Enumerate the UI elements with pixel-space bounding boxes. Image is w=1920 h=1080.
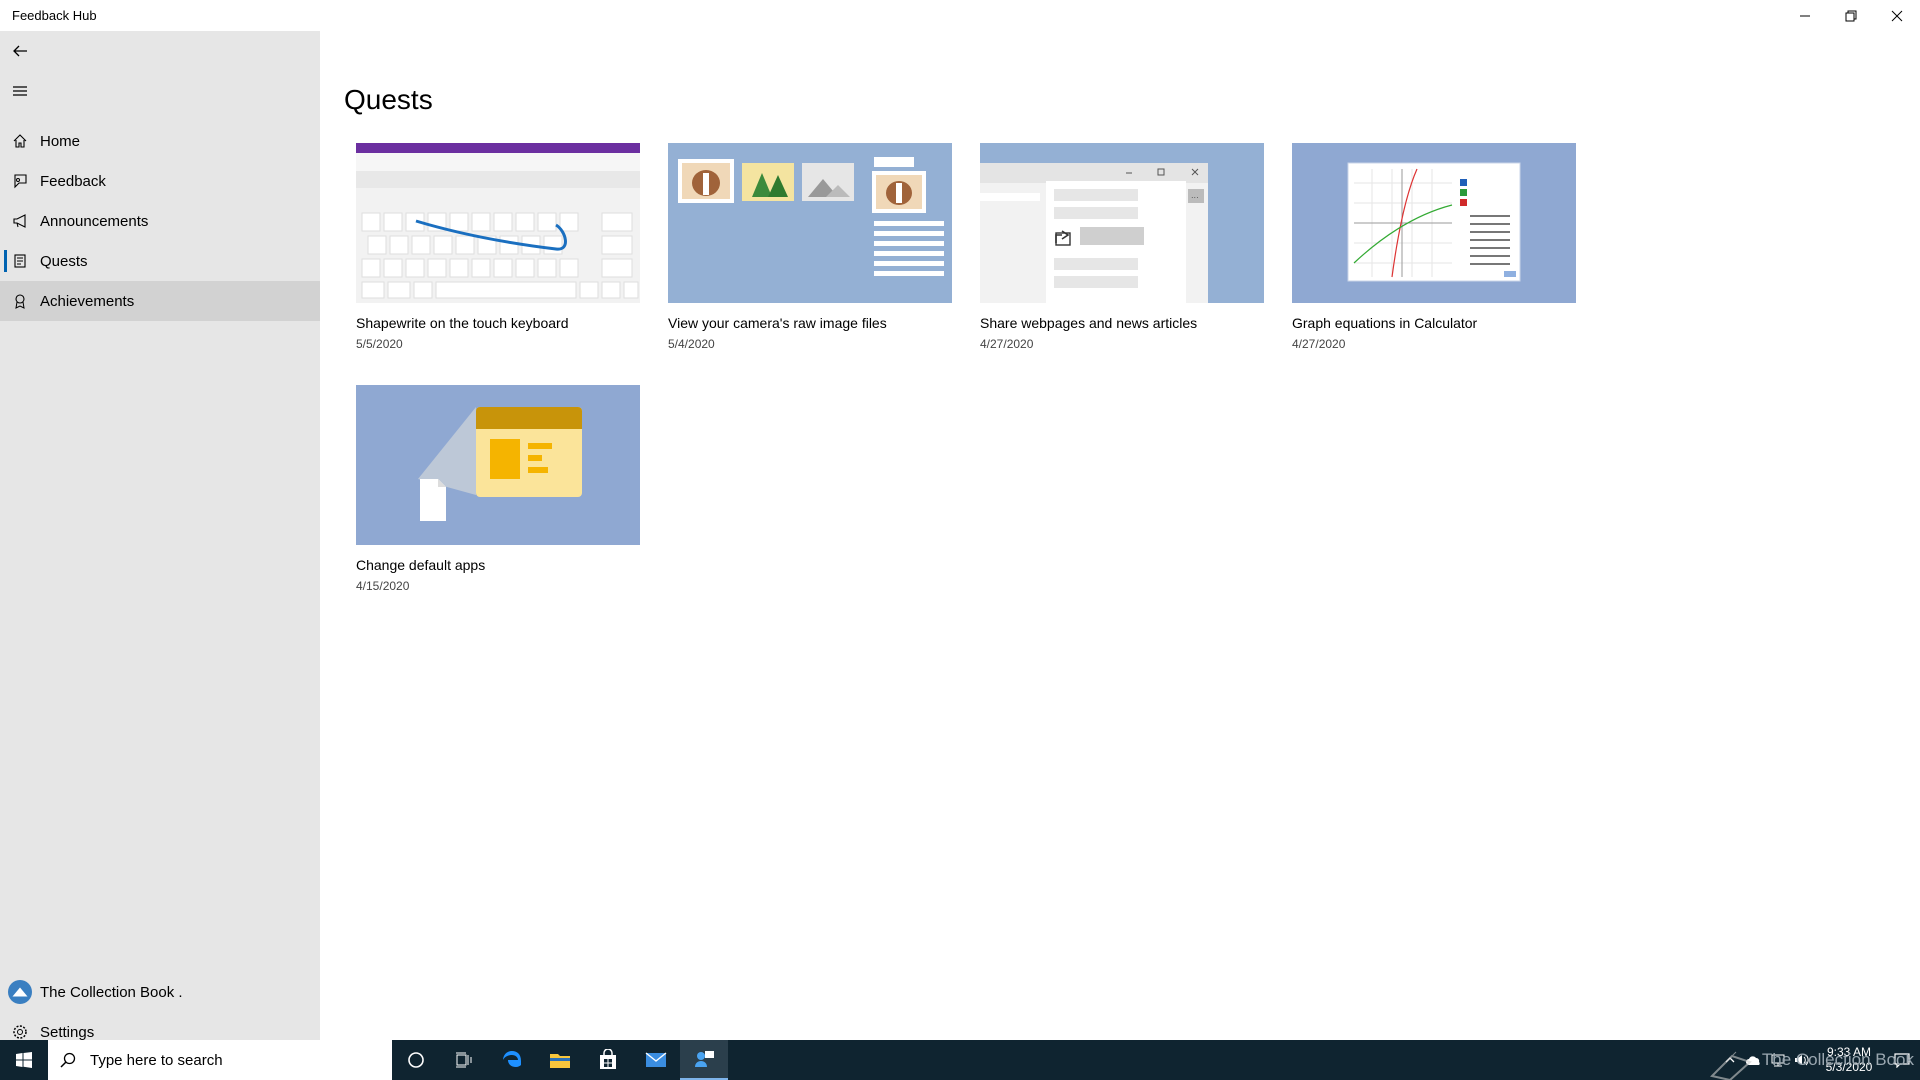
quest-title: Change default apps [356, 557, 486, 573]
store-bag-icon [600, 1049, 616, 1069]
settings-label: Settings [40, 1023, 95, 1041]
sidebar-item-feedback[interactable]: Feedback [0, 161, 320, 201]
taskbar-search-box[interactable]: Type here to search [48, 1040, 392, 1080]
close-icon [1891, 10, 1903, 21]
restore-button[interactable] [1828, 0, 1874, 31]
sidebar-item-label: Home [40, 132, 81, 150]
title-bar: Feedback Hub [0, 0, 1920, 31]
quest-thumbnail-photos [668, 143, 952, 303]
restore-icon [1845, 10, 1857, 21]
mail-envelope-icon [645, 1052, 667, 1067]
sidebar-item-label: Achievements [40, 292, 135, 310]
cortana-circle-icon [408, 1052, 424, 1068]
quest-card[interactable]: Graph equations in Calculator 4/27/2020 [1292, 143, 1576, 351]
sidebar-item-label: Announcements [40, 212, 149, 230]
feedback-hub-app-button[interactable] [680, 1040, 728, 1080]
sidebar-item-label: Quests [40, 252, 88, 270]
taskbar: Type here to search The Collection Book [0, 1040, 1920, 1080]
sidebar-item-home[interactable]: Home [0, 121, 320, 161]
quest-date: 4/27/2020 [1292, 337, 1346, 351]
back-button[interactable] [0, 31, 40, 71]
quest-title: Share webpages and news articles [980, 315, 1198, 331]
window-title: Feedback Hub [12, 8, 97, 23]
megaphone-icon [0, 201, 40, 241]
file-explorer-button[interactable] [536, 1040, 584, 1080]
sidebar-item-quests[interactable]: Quests [0, 241, 320, 281]
search-placeholder: Type here to search [90, 1051, 223, 1069]
search-icon [60, 1052, 76, 1068]
quest-date: 5/5/2020 [356, 337, 403, 351]
system-tray: The Collection Book 9:33 AM 5/3/2020 [1706, 1040, 1920, 1080]
watermark-text: The Collection Book [1761, 1050, 1914, 1069]
edge-browser-icon [503, 1051, 521, 1067]
quest-title: View your camera's raw image files [668, 315, 887, 331]
quest-card[interactable]: Shapewrite on the touch keyboard 5/5/202… [356, 143, 640, 351]
quest-date: 4/15/2020 [356, 579, 410, 593]
back-arrow-icon [13, 45, 27, 57]
badge-icon [0, 281, 40, 321]
windows-logo-icon [16, 1052, 32, 1068]
sidebar-item-announcements[interactable]: Announcements [0, 201, 320, 241]
quest-thumbnail-keyboard [356, 143, 640, 303]
start-button[interactable] [0, 1040, 48, 1080]
quest-thumbnail-default-apps [356, 385, 640, 545]
edge-app-button[interactable] [488, 1040, 536, 1080]
quest-card[interactable]: View your camera's raw image files 5/4/2… [668, 143, 952, 351]
hamburger-icon [13, 86, 27, 96]
sidebar: Home Feedback Announcements Quests Achie… [0, 31, 320, 1041]
folder-icon [550, 1054, 570, 1068]
svg-text:...: ... [1191, 191, 1199, 200]
feedback-hub-icon [695, 1051, 714, 1067]
quest-date: 5/4/2020 [668, 337, 715, 351]
store-app-button[interactable] [584, 1040, 632, 1080]
account-avatar [0, 972, 40, 1012]
cortana-button[interactable] [392, 1040, 440, 1080]
page-title: Quests [344, 84, 433, 115]
mail-app-button[interactable] [632, 1040, 680, 1080]
quest-thumbnail-calculator [1292, 143, 1576, 303]
quest-card[interactable]: ... Share webpages and news articles 4/2… [980, 143, 1264, 351]
feedback-icon [0, 161, 40, 201]
quest-scroll-icon [0, 241, 40, 281]
quest-thumbnail-share: ... [980, 143, 1264, 303]
task-view-button[interactable] [440, 1040, 488, 1080]
quest-title: Shapewrite on the touch keyboard [356, 315, 569, 331]
quest-date: 4/27/2020 [980, 337, 1034, 351]
task-view-icon [456, 1052, 472, 1068]
hamburger-menu-button[interactable] [0, 71, 40, 111]
account-name: The Collection Book . [40, 983, 183, 1001]
watermark-book-logo [1709, 1051, 1752, 1080]
quest-card[interactable]: Change default apps 4/15/2020 [356, 385, 640, 593]
account-button[interactable]: The Collection Book . [0, 972, 320, 1012]
home-icon [0, 121, 40, 161]
quest-title: Graph equations in Calculator [1292, 315, 1478, 331]
minimize-button[interactable] [1782, 0, 1828, 31]
minimize-icon [1800, 15, 1810, 16]
sidebar-item-label: Feedback [40, 172, 106, 190]
close-button[interactable] [1874, 0, 1920, 31]
sidebar-item-achievements[interactable]: Achievements [0, 281, 320, 321]
